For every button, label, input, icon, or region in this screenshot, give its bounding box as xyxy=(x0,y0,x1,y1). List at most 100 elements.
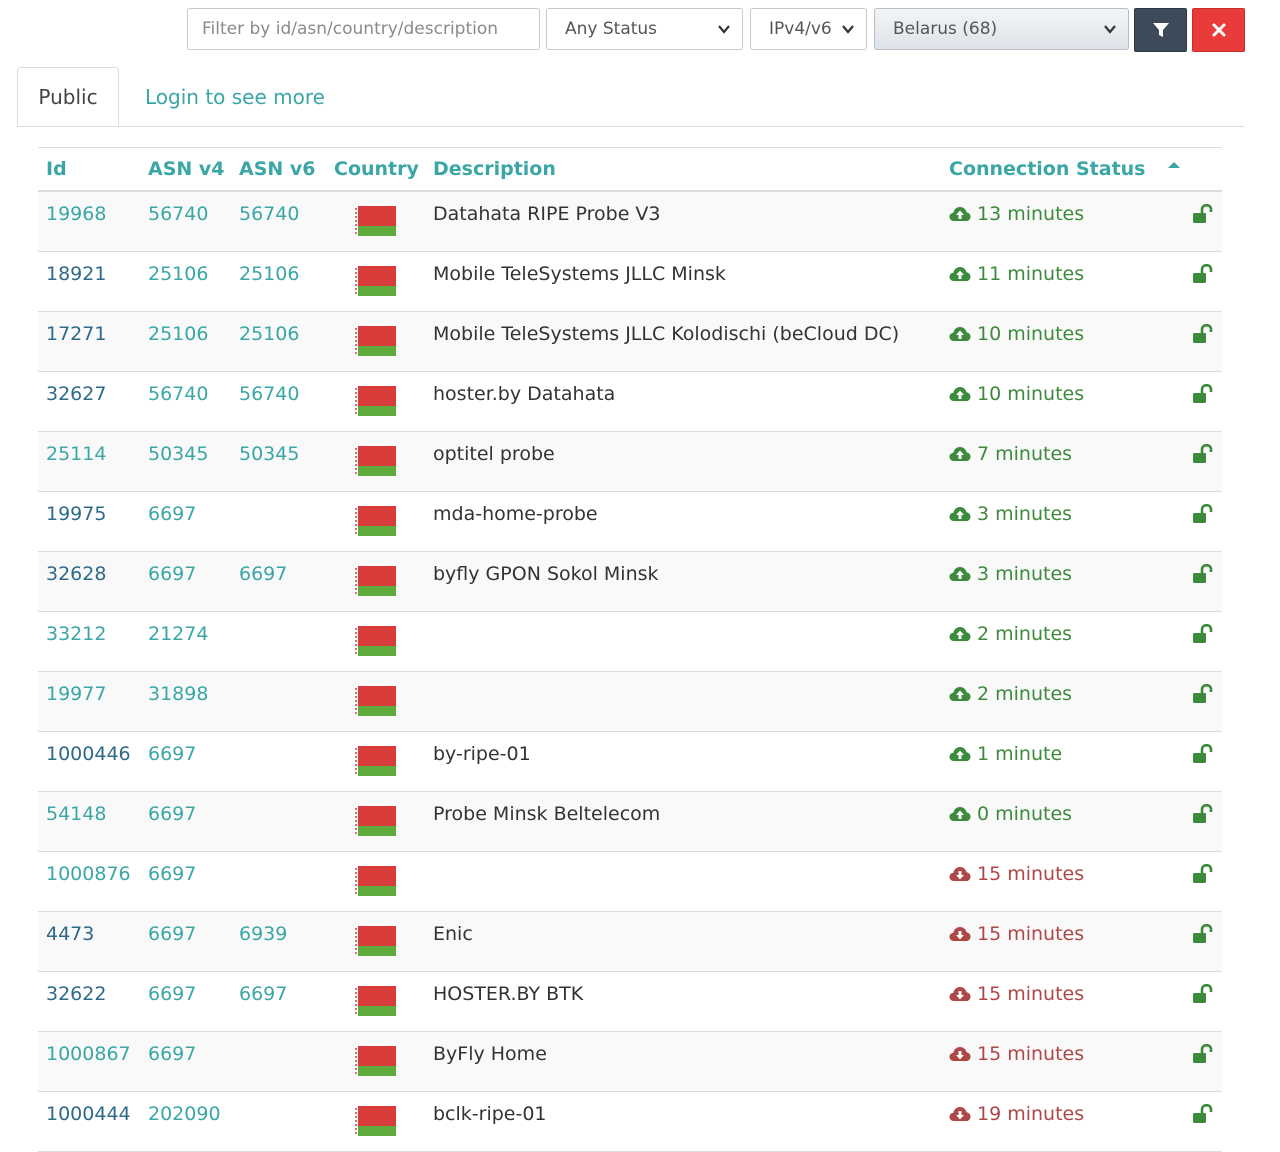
connection-status-text: 2 minutes xyxy=(977,623,1073,645)
asn-v4-link[interactable]: 25106 xyxy=(148,263,208,285)
probe-id-link[interactable]: 19968 xyxy=(46,203,106,225)
probe-description: Mobile TeleSystems JLLC Kolodischi (beCl… xyxy=(433,323,900,345)
cloud-upload-icon xyxy=(949,567,971,581)
unlock-icon[interactable] xyxy=(1192,564,1214,584)
asn-v4-link[interactable]: 6697 xyxy=(148,1043,196,1065)
cloud-upload-icon xyxy=(949,387,971,401)
probe-description: mda-home-probe xyxy=(433,503,598,525)
column-header-connection-status[interactable]: Connection Status xyxy=(949,148,1146,190)
probe-id-link[interactable]: 32628 xyxy=(46,563,106,585)
table-row: 54148 6697 Probe Minsk Beltelecom 0 minu… xyxy=(38,792,1222,852)
column-header-asn-v6[interactable]: ASN v6 xyxy=(239,148,316,190)
asn-v4-link[interactable]: 25106 xyxy=(148,323,208,345)
asn-v4-link[interactable]: 202090 xyxy=(148,1103,221,1125)
unlock-icon[interactable] xyxy=(1192,744,1214,764)
unlock-icon[interactable] xyxy=(1192,204,1214,224)
belarus-flag-icon xyxy=(354,1046,396,1076)
unlock-icon[interactable] xyxy=(1192,264,1214,284)
probe-id-link[interactable]: 1000867 xyxy=(46,1043,131,1065)
unlock-icon[interactable] xyxy=(1192,984,1214,1004)
connection-status: 7 minutes xyxy=(949,443,1072,465)
probe-id-link[interactable]: 25114 xyxy=(46,443,106,465)
asn-v6-link[interactable]: 50345 xyxy=(239,443,299,465)
asn-v6-link[interactable]: 25106 xyxy=(239,323,299,345)
probe-id-link[interactable]: 33212 xyxy=(46,623,106,645)
probe-description: Mobile TeleSystems JLLC Minsk xyxy=(433,263,726,285)
tab-public[interactable]: Public xyxy=(17,67,119,126)
unlock-icon[interactable] xyxy=(1192,444,1214,464)
column-header-id[interactable]: Id xyxy=(46,148,67,190)
probe-id-link[interactable]: 1000446 xyxy=(46,743,131,765)
asn-v4-link[interactable]: 31898 xyxy=(148,683,208,705)
probe-id-link[interactable]: 54148 xyxy=(46,803,106,825)
unlock-icon[interactable] xyxy=(1192,804,1214,824)
cloud-upload-icon xyxy=(949,207,971,221)
asn-v4-link[interactable]: 6697 xyxy=(148,503,196,525)
probe-id-link[interactable]: 19975 xyxy=(46,503,106,525)
probe-id-link[interactable]: 32622 xyxy=(46,983,106,1005)
probe-id-link[interactable]: 17271 xyxy=(46,323,106,345)
asn-v6-link[interactable]: 6697 xyxy=(239,563,287,585)
unlock-icon[interactable] xyxy=(1192,324,1214,344)
asn-v4-link[interactable]: 6697 xyxy=(148,923,196,945)
table-row: 19977 31898 2 minutes xyxy=(38,672,1222,732)
probe-id-link[interactable]: 1000444 xyxy=(46,1103,131,1125)
table-row: 32627 56740 56740 hoster.by Datahata 10 … xyxy=(38,372,1222,432)
unlock-icon[interactable] xyxy=(1192,1104,1214,1124)
asn-v6-link[interactable]: 6697 xyxy=(239,983,287,1005)
column-header-country[interactable]: Country xyxy=(334,148,419,190)
column-header-asn-v4[interactable]: ASN v4 xyxy=(148,148,225,190)
asn-v4-link[interactable]: 6697 xyxy=(148,983,196,1005)
asn-v6-link[interactable]: 6939 xyxy=(239,923,287,945)
apply-filter-button[interactable] xyxy=(1134,8,1187,52)
connection-status: 19 minutes xyxy=(949,1103,1084,1125)
probe-id-link[interactable]: 4473 xyxy=(46,923,94,945)
connection-status: 15 minutes xyxy=(949,1043,1084,1065)
probe-description: Datahata RIPE Probe V3 xyxy=(433,203,661,225)
country-select[interactable]: Belarus (68) xyxy=(874,8,1129,50)
tab-login[interactable]: Login to see more xyxy=(145,67,325,126)
cloud-download-icon xyxy=(949,987,971,1001)
status-select-value: Any Status xyxy=(565,19,658,39)
probe-id-link[interactable]: 1000876 xyxy=(46,863,131,885)
connection-status: 11 minutes xyxy=(949,263,1084,285)
unlock-icon[interactable] xyxy=(1192,504,1214,524)
probe-id-link[interactable]: 19977 xyxy=(46,683,106,705)
clear-filter-button[interactable] xyxy=(1192,8,1245,52)
cloud-upload-icon xyxy=(949,327,971,341)
connection-status-text: 15 minutes xyxy=(977,1043,1085,1065)
asn-v4-link[interactable]: 56740 xyxy=(148,383,208,405)
asn-v6-link[interactable]: 56740 xyxy=(239,383,299,405)
asn-v4-link[interactable]: 56740 xyxy=(148,203,208,225)
asn-v4-link[interactable]: 6697 xyxy=(148,743,196,765)
probe-id-link[interactable]: 32627 xyxy=(46,383,106,405)
connection-status: 0 minutes xyxy=(949,803,1072,825)
unlock-icon[interactable] xyxy=(1192,624,1214,644)
asn-v4-link[interactable]: 21274 xyxy=(148,623,208,645)
tab-bar: Public Login to see more xyxy=(17,67,1244,127)
connection-status: 3 minutes xyxy=(949,563,1072,585)
unlock-icon[interactable] xyxy=(1192,384,1214,404)
asn-v4-link[interactable]: 6697 xyxy=(148,803,196,825)
unlock-icon[interactable] xyxy=(1192,864,1214,884)
unlock-icon[interactable] xyxy=(1192,1044,1214,1064)
table-row: 33212 21274 2 minutes xyxy=(38,612,1222,672)
asn-v4-link[interactable]: 6697 xyxy=(148,863,196,885)
probe-id-link[interactable]: 18921 xyxy=(46,263,106,285)
asn-v4-link[interactable]: 6697 xyxy=(148,563,196,585)
asn-v6-link[interactable]: 25106 xyxy=(239,263,299,285)
sort-ascending-icon[interactable] xyxy=(1167,160,1181,170)
connection-status: 2 minutes xyxy=(949,623,1072,645)
asn-v6-link[interactable]: 56740 xyxy=(239,203,299,225)
status-select[interactable]: Any Status xyxy=(546,8,743,50)
column-header-description[interactable]: Description xyxy=(433,148,556,190)
belarus-flag-icon xyxy=(354,746,396,776)
belarus-flag-icon xyxy=(354,386,396,416)
cloud-upload-icon xyxy=(949,507,971,521)
asn-v4-link[interactable]: 50345 xyxy=(148,443,208,465)
unlock-icon[interactable] xyxy=(1192,684,1214,704)
probe-description: by-ripe-01 xyxy=(433,743,531,765)
unlock-icon[interactable] xyxy=(1192,924,1214,944)
ip-version-select[interactable]: IPv4/v6 xyxy=(750,8,867,50)
search-input[interactable] xyxy=(187,8,540,50)
